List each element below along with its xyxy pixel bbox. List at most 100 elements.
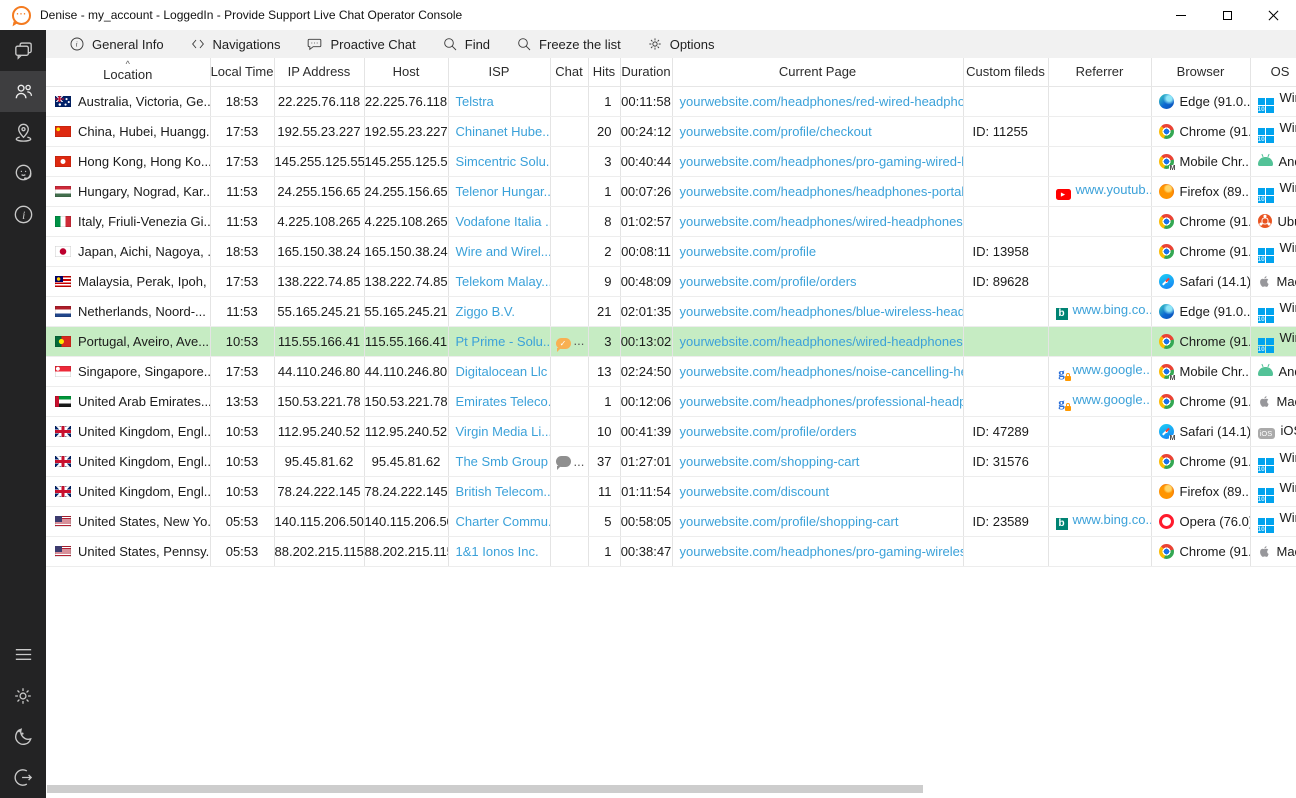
maximize-button[interactable] xyxy=(1204,0,1250,30)
isp-link[interactable]: British Telecom... xyxy=(456,484,551,499)
column-label: Custom fileds xyxy=(966,64,1045,79)
horizontal-scrollbar-thumb[interactable] xyxy=(47,785,923,793)
visitor-row[interactable]: Netherlands, Noord-...11:5355.165.245.21… xyxy=(46,296,1296,326)
sidebar-item-chats[interactable] xyxy=(0,30,46,71)
sidebar-item-info[interactable]: i xyxy=(0,194,46,235)
find-button[interactable]: Find xyxy=(429,30,503,58)
isp-link[interactable]: Wire and Wirel... xyxy=(456,244,551,259)
column-header-duration[interactable]: Duration xyxy=(620,58,672,86)
sidebar-item-menu[interactable] xyxy=(0,634,46,675)
column-header-os[interactable]: OS xyxy=(1250,58,1296,86)
column-header-browser[interactable]: Browser xyxy=(1151,58,1250,86)
sidebar-item-geo-location[interactable] xyxy=(0,112,46,153)
location-text: United States, New Yo... xyxy=(78,514,210,529)
general-info-button[interactable]: i General Info xyxy=(56,30,177,58)
current-page-link[interactable]: yourwebsite.com/headphones/wired-headpho… xyxy=(680,214,963,229)
isp-link[interactable]: Telenor Hungar... xyxy=(456,184,551,199)
current-page-link[interactable]: yourwebsite.com/headphones/pro-gaming-wi… xyxy=(680,544,964,559)
isp-link[interactable]: Digitalocean Llc xyxy=(456,364,548,379)
visitor-row[interactable]: United Kingdom, Engl...10:53112.95.240.5… xyxy=(46,416,1296,446)
referrer-cell xyxy=(1048,446,1151,476)
column-header-hits[interactable]: Hits xyxy=(588,58,620,86)
visitor-row[interactable]: United Kingdom, Engl...10:5395.45.81.629… xyxy=(46,446,1296,476)
column-header-referrer[interactable]: Referrer xyxy=(1048,58,1151,86)
isp-link[interactable]: Charter Commu... xyxy=(456,514,551,529)
sidebar-item-settings[interactable] xyxy=(0,675,46,716)
visitor-row[interactable]: Hong Kong, Hong Ko...17:53145.255.125.55… xyxy=(46,146,1296,176)
current-page-link[interactable]: yourwebsite.com/profile/orders xyxy=(680,274,857,289)
isp-link[interactable]: Chinanet Hube... xyxy=(456,124,551,139)
isp-link[interactable]: Pt Prime - Solu... xyxy=(456,334,551,349)
browser-text: Edge (91.0... xyxy=(1180,94,1251,109)
referrer-link[interactable]: www.google... xyxy=(1073,392,1152,407)
youtube-icon: ▶ xyxy=(1056,189,1071,200)
column-header-chat[interactable]: Chat xyxy=(550,58,588,86)
column-header-location[interactable]: ^Location xyxy=(46,58,210,86)
chat-cell xyxy=(550,116,588,146)
column-header-current-page[interactable]: Current Page xyxy=(672,58,963,86)
isp-link[interactable]: The Smb Group xyxy=(456,454,549,469)
column-header-host[interactable]: Host xyxy=(364,58,448,86)
referrer-link[interactable]: www.bing.co... xyxy=(1073,512,1152,527)
current-page-link[interactable]: yourwebsite.com/shopping-cart xyxy=(680,454,860,469)
current-page-link[interactable]: yourwebsite.com/headphones/wired-headpho… xyxy=(680,334,963,349)
visitor-row[interactable]: Hungary, Nograd, Kar...11:5324.255.156.6… xyxy=(46,176,1296,206)
current-page-link[interactable]: yourwebsite.com/profile/shopping-cart xyxy=(680,514,899,529)
visitor-row[interactable]: Italy, Friuli-Venezia Gi...11:534.225.10… xyxy=(46,206,1296,236)
visitor-row[interactable]: United Kingdom, Engl...10:5378.24.222.14… xyxy=(46,476,1296,506)
isp-link[interactable]: 1&1 Ionos Inc. xyxy=(456,544,539,559)
isp-link[interactable]: Ziggo B.V. xyxy=(456,304,516,319)
referrer-link[interactable]: www.bing.co... xyxy=(1073,302,1152,317)
code-brackets-icon xyxy=(190,36,206,52)
sidebar-item-operator[interactable] xyxy=(0,153,46,194)
minimize-button[interactable] xyxy=(1158,0,1204,30)
visitor-row[interactable]: Japan, Aichi, Nagoya, ...18:53165.150.38… xyxy=(46,236,1296,266)
referrer-link[interactable]: www.youtub... xyxy=(1076,182,1152,197)
os-text: Mac xyxy=(1277,544,1296,559)
current-page-link[interactable]: yourwebsite.com/discount xyxy=(680,484,830,499)
edge-icon xyxy=(1159,94,1174,109)
column-header-ip-address[interactable]: IP Address xyxy=(274,58,364,86)
sidebar-item-logout[interactable] xyxy=(0,757,46,798)
close-button[interactable] xyxy=(1250,0,1296,30)
gear-icon xyxy=(647,36,663,52)
horizontal-scrollbar-track[interactable] xyxy=(46,782,1296,798)
isp-link[interactable]: Vodafone Italia ... xyxy=(456,214,551,229)
current-page-link[interactable]: yourwebsite.com/profile xyxy=(680,244,817,259)
visitor-row[interactable]: United States, Pennsy...05:5388.202.215.… xyxy=(46,536,1296,566)
isp-link[interactable]: Virgin Media Li... xyxy=(456,424,551,439)
column-header-custom-fileds[interactable]: Custom fileds xyxy=(963,58,1048,86)
current-page-link[interactable]: yourwebsite.com/headphones/pro-gaming-wi… xyxy=(680,154,964,169)
column-header-isp[interactable]: ISP xyxy=(448,58,550,86)
sidebar-item-visitors[interactable] xyxy=(0,71,46,112)
options-button[interactable]: Options xyxy=(634,30,728,58)
current-page-link[interactable]: yourwebsite.com/headphones/professional-… xyxy=(680,394,964,409)
current-page-link[interactable]: yourwebsite.com/headphones/blue-wireless… xyxy=(680,304,964,319)
isp-link[interactable]: Telstra xyxy=(456,94,494,109)
visitor-row[interactable]: United Arab Emirates...13:53150.53.221.7… xyxy=(46,386,1296,416)
current-page-link[interactable]: yourwebsite.com/headphones/noise-cancell… xyxy=(680,364,964,379)
current-page-link[interactable]: yourwebsite.com/headphones/red-wired-hea… xyxy=(680,94,964,109)
visitor-row[interactable]: Malaysia, Perak, Ipoh, ...17:53138.222.7… xyxy=(46,266,1296,296)
visitor-row[interactable]: China, Hubei, Huangg...17:53192.55.23.22… xyxy=(46,116,1296,146)
freeze-the-list-button[interactable]: Freeze the list xyxy=(503,30,634,58)
sidebar-item-night-mode[interactable] xyxy=(0,716,46,757)
proactive-chat-button[interactable]: Proactive Chat xyxy=(293,30,428,58)
column-header-local-time[interactable]: Local Time xyxy=(210,58,274,86)
isp-link[interactable]: Telekom Malay... xyxy=(456,274,551,289)
visitor-row[interactable]: Australia, Victoria, Ge...18:5322.225.76… xyxy=(46,86,1296,116)
visitor-row[interactable]: Portugal, Aveiro, Ave...10:53115.55.166.… xyxy=(46,326,1296,356)
ip-address-text: 115.55.166.41 xyxy=(278,334,360,349)
navigations-button[interactable]: Navigations xyxy=(177,30,294,58)
visitor-row[interactable]: United States, New Yo...05:53140.115.206… xyxy=(46,506,1296,536)
isp-link[interactable]: Simcentric Solu... xyxy=(456,154,551,169)
current-page-link[interactable]: yourwebsite.com/profile/checkout xyxy=(680,124,872,139)
referrer-link[interactable]: www.google... xyxy=(1073,362,1152,377)
current-page-link[interactable]: yourwebsite.com/profile/orders xyxy=(680,424,857,439)
current-page-link[interactable]: yourwebsite.com/headphones/headphones-po… xyxy=(680,184,964,199)
visitor-row[interactable]: Singapore, Singapore...17:5344.110.246.8… xyxy=(46,356,1296,386)
hits-text: 3 xyxy=(604,154,611,169)
location-cell: Hong Kong, Hong Ko... xyxy=(46,146,210,176)
find-label: Find xyxy=(465,37,490,52)
isp-link[interactable]: Emirates Teleco... xyxy=(456,394,551,409)
